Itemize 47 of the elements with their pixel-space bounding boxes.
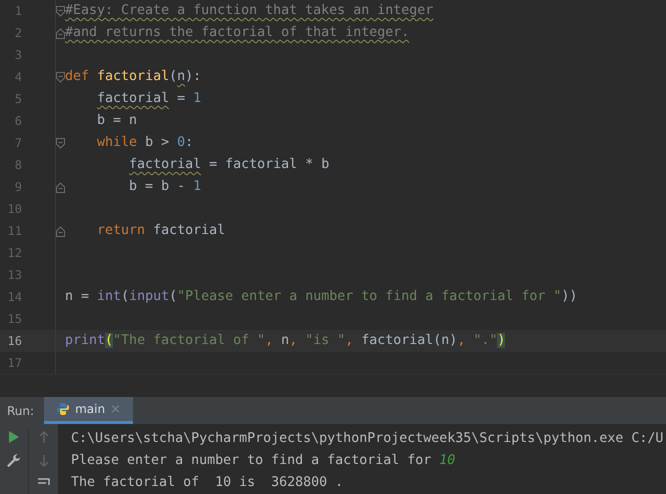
line-number: 17 — [6, 355, 22, 372]
code-line: factorial = 1 — [96, 90, 202, 108]
code-line: print("The factorial of ", n, "is ", factorial(n), ".") — [65, 332, 506, 350]
line-number: 15 — [6, 311, 22, 328]
code-line: #and returns the factorial of that integer. — [65, 24, 410, 42]
line-number: 8 — [14, 157, 22, 174]
line-number: 3 — [14, 47, 22, 64]
console-line: Please enter a number to find a factorial for 10 — [71, 452, 456, 470]
soft-wrap-icon[interactable] — [36, 478, 50, 486]
line-number: 1 — [14, 3, 22, 20]
line-number: 4 — [14, 69, 22, 86]
line-number: 7 — [14, 135, 22, 152]
fold-icon[interactable] — [56, 72, 65, 82]
run-tab[interactable]: main × — [44, 397, 133, 424]
console-line: C:\Users\stcha\PycharmProjects\pythonProjectweek35\Scripts\python.exe C:/U — [71, 430, 664, 448]
line-number: 16 — [6, 333, 22, 350]
code-line: while b > 0: — [96, 134, 194, 152]
line-number: 14 — [6, 289, 22, 306]
code-line: n = int(input("Please enter a number to find a factorial for ")) — [65, 288, 578, 306]
python-logo-icon — [56, 402, 70, 416]
line-number: 2 — [14, 25, 22, 42]
fold-icon[interactable] — [56, 28, 65, 38]
line-number: 12 — [6, 245, 22, 262]
line-number: 11 — [6, 223, 22, 240]
line-number: 5 — [14, 91, 22, 108]
console-line: The factorial of 10 is 3628800 . — [71, 474, 344, 492]
run-label: Run: — [6, 402, 36, 420]
code-line: factorial = factorial * b — [128, 156, 330, 174]
up-arrow-icon[interactable] — [38, 430, 50, 444]
code-line: b = b - 1 — [128, 178, 202, 196]
line-number: 10 — [6, 201, 22, 218]
line-number: 13 — [6, 267, 22, 284]
code-line: return factorial — [96, 222, 226, 240]
fold-icon[interactable] — [56, 138, 65, 148]
code-editor[interactable] — [0, 0, 666, 374]
code-line: b = n — [96, 112, 138, 130]
line-number: 6 — [14, 113, 22, 130]
wrench-icon[interactable] — [7, 454, 21, 468]
down-arrow-icon[interactable] — [38, 454, 50, 468]
fold-icon[interactable] — [56, 6, 65, 16]
play-icon[interactable] — [8, 430, 20, 444]
fold-icon[interactable] — [56, 182, 65, 192]
fold-icon[interactable] — [56, 226, 65, 236]
line-number: 9 — [14, 179, 22, 196]
code-line: #Easy: Create a function that takes an integer — [65, 2, 434, 20]
code-line: def factorial(n): — [65, 68, 202, 86]
tab-label: main — [75, 401, 106, 418]
